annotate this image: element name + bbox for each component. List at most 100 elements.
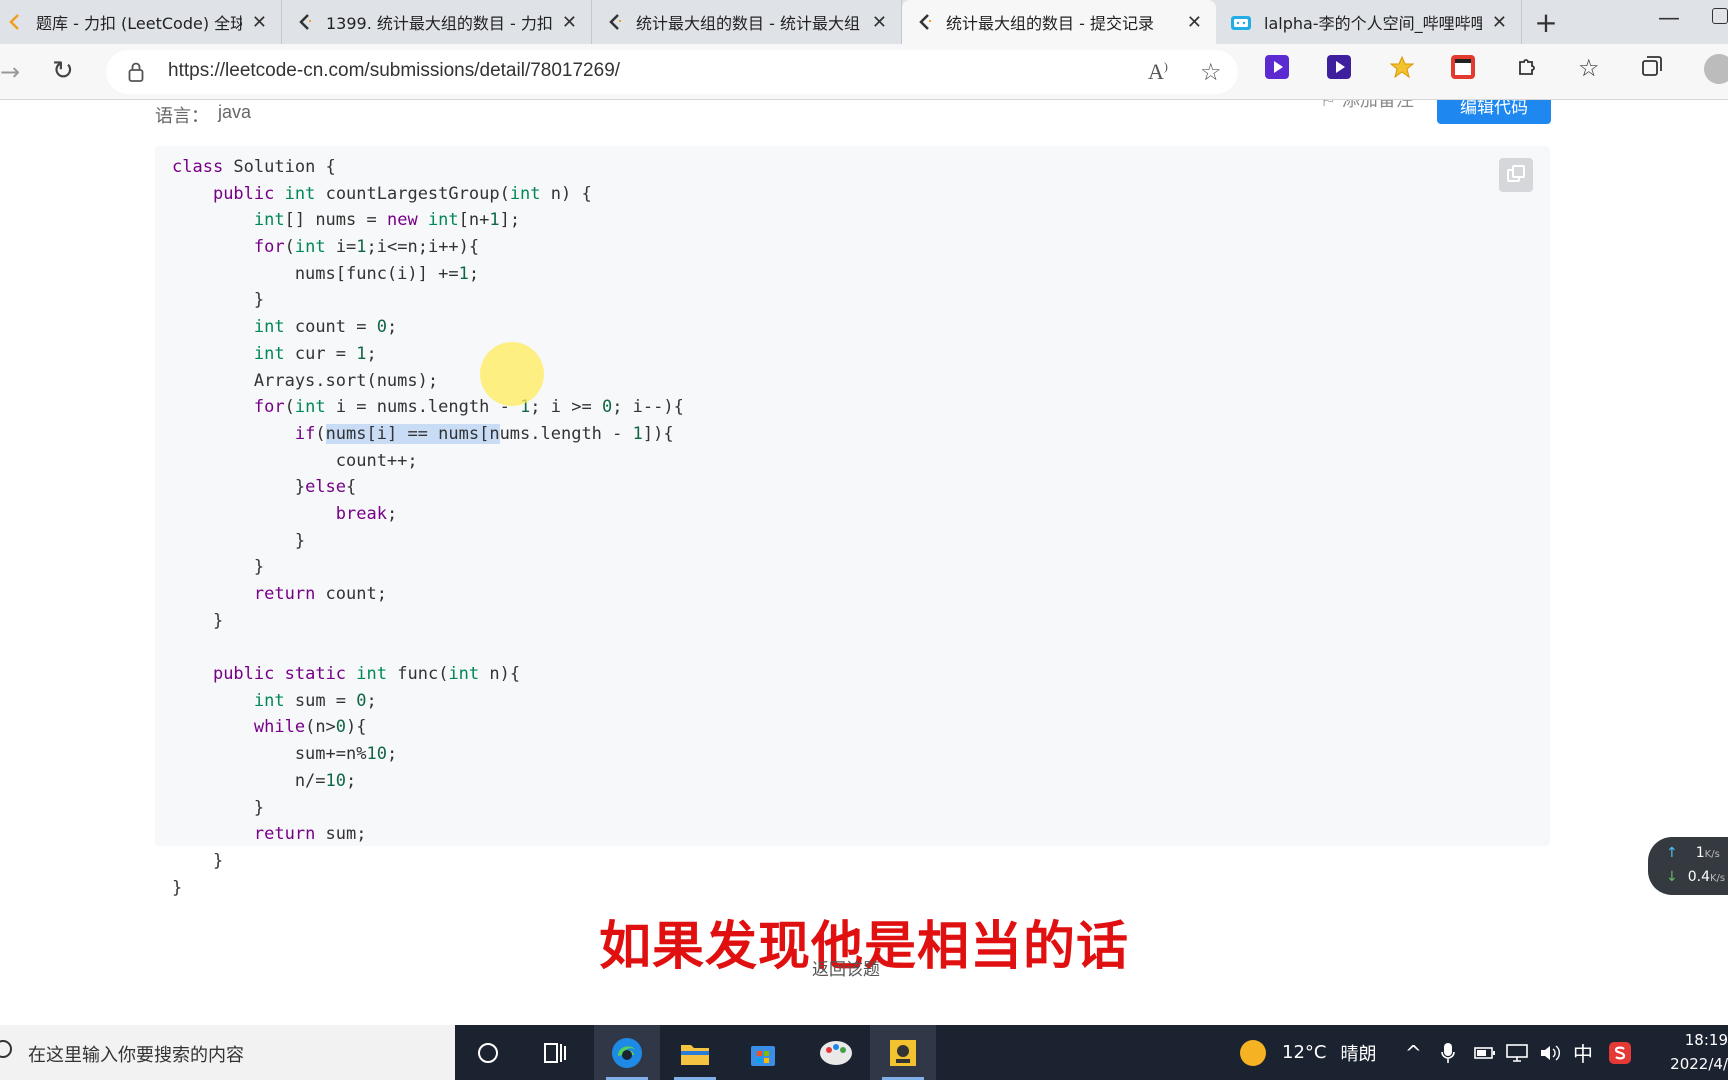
url-text[interactable]: https://leetcode-cn.com/submissions/deta…: [168, 60, 620, 82]
code-line[interactable]: }: [172, 795, 684, 822]
close-icon[interactable]: ✕: [1187, 12, 1202, 33]
clock-date: 2022/4/: [1670, 1055, 1728, 1073]
code-line[interactable]: class Solution {: [172, 154, 684, 181]
extensions-puzzle-icon[interactable]: [1514, 54, 1538, 84]
code-line[interactable]: if(nums[i] == nums[nums.length - 1]){: [172, 421, 684, 448]
system-clock[interactable]: 18:19 2022/4/: [1640, 1028, 1728, 1076]
tab-solution[interactable]: 统计最大组的数目 - 统计最大组 ✕: [592, 0, 902, 44]
taskbar-search[interactable]: 在这里输入你要搜索的内容: [0, 1025, 455, 1080]
code-line[interactable]: }: [172, 287, 684, 314]
reload-icon[interactable]: ↻: [52, 56, 74, 86]
battery-icon[interactable]: [1474, 1025, 1496, 1080]
extension-clapper-icon[interactable]: [1451, 55, 1475, 79]
read-aloud-sup: ): [1163, 59, 1168, 74]
code-line[interactable]: public int countLargestGroup(int n) {: [172, 181, 684, 208]
code-line[interactable]: }: [172, 875, 684, 902]
code-line[interactable]: while(n>0){: [172, 714, 684, 741]
back-arrow-icon[interactable]: →: [0, 58, 20, 86]
volume-icon[interactable]: [1538, 1025, 1562, 1080]
weather-text: 晴朗: [1340, 1043, 1377, 1065]
taskbar-paint-app[interactable]: [803, 1025, 869, 1080]
lock-icon[interactable]: [128, 62, 144, 82]
ime-indicator[interactable]: 中: [1573, 1025, 1593, 1080]
minimize-button[interactable]: —: [1658, 6, 1680, 31]
code-line[interactable]: }: [172, 554, 684, 581]
show-hidden-icons-button[interactable]: ^: [1405, 1025, 1422, 1080]
tab-problem-1399[interactable]: 1399. 统计最大组的数目 - 力扣 ✕: [282, 0, 592, 44]
code-line[interactable]: n/=10;: [172, 768, 684, 795]
tab-title: 1399. 统计最大组的数目 - 力扣: [326, 14, 552, 33]
weather-widget[interactable]: 12°C 晴朗: [1240, 1025, 1376, 1080]
code-line[interactable]: return sum;: [172, 821, 684, 848]
tab-title: 统计最大组的数目 - 统计最大组: [636, 14, 860, 33]
code-line[interactable]: }: [172, 528, 684, 555]
code-line[interactable]: nums[func(i)] +=1;: [172, 261, 684, 288]
code-line[interactable]: for(int i = nums.length - 1; i >= 0; i--…: [172, 394, 684, 421]
profile-avatar[interactable]: [1704, 54, 1728, 84]
taskbar-recorder-app[interactable]: [870, 1025, 936, 1080]
sun-icon: [1240, 1039, 1266, 1066]
code-block[interactable]: class Solution { public int countLargest…: [155, 146, 1550, 898]
extension-video2-icon[interactable]: [1327, 55, 1351, 79]
code-text[interactable]: class Solution { public int countLargest…: [172, 154, 684, 901]
tab-strip: 题库 - 力扣 (LeetCode) 全球极客 ✕ 1399. 统计最大组的数目…: [0, 0, 1728, 44]
network-icon[interactable]: [1505, 1025, 1529, 1080]
code-line[interactable]: public static int func(int n){: [172, 661, 684, 688]
copy-icon[interactable]: [1499, 158, 1533, 192]
read-aloud-icon[interactable]: A): [1148, 59, 1168, 85]
task-view-button[interactable]: [522, 1025, 588, 1080]
sogou-ime-icon[interactable]: [1608, 1025, 1632, 1080]
microphone-icon[interactable]: [1440, 1025, 1456, 1080]
restore-button[interactable]: [1712, 8, 1728, 24]
cortana-button[interactable]: [455, 1025, 521, 1080]
edit-code-button[interactable]: 编辑代码: [1437, 100, 1551, 124]
upload-value: 1: [1695, 845, 1705, 861]
code-line[interactable]: int cur = 1;: [172, 341, 684, 368]
windows-taskbar: 在这里输入你要搜索的内容 12°C 晴朗 ^ 中 18:19 2022/4/: [0, 1025, 1728, 1080]
address-bar[interactable]: https://leetcode-cn.com/submissions/deta…: [106, 50, 1238, 94]
tab-title: lalpha-李的个人空间_哔哩哔哩: [1264, 14, 1482, 33]
page-content: 语言： java ⚐ 添加备注 编辑代码 class Solution { pu…: [0, 100, 1728, 1025]
upload-speed: ↑ 1K/s: [1666, 845, 1720, 861]
collections-icon[interactable]: [1640, 54, 1664, 84]
recorder-icon: [890, 1039, 916, 1066]
close-icon[interactable]: ✕: [252, 12, 267, 33]
tab-submission-active[interactable]: 统计最大组的数目 - 提交记录 ✕: [902, 0, 1216, 44]
code-line[interactable]: Arrays.sort(nums);: [172, 368, 684, 395]
taskbar-file-explorer[interactable]: [662, 1025, 728, 1080]
add-note-link[interactable]: ⚐ 添加备注: [1320, 100, 1414, 112]
code-line[interactable]: [172, 634, 684, 661]
code-line[interactable]: break;: [172, 501, 684, 528]
code-line[interactable]: }: [172, 848, 684, 875]
code-line[interactable]: count++;: [172, 448, 684, 475]
taskbar-edge[interactable]: [594, 1025, 660, 1080]
download-speed: ↓ 0.4K/s: [1666, 869, 1725, 885]
code-line[interactable]: }: [172, 608, 684, 635]
code-line[interactable]: int sum = 0;: [172, 688, 684, 715]
tab-bilibili[interactable]: lalpha-李的个人空间_哔哩哔哩 ✕: [1216, 0, 1522, 44]
mouse-cursor-highlight: [480, 342, 544, 406]
close-icon[interactable]: ✕: [872, 12, 887, 33]
close-icon[interactable]: ✕: [562, 12, 577, 33]
code-line[interactable]: int[] nums = new int[n+1];: [172, 207, 684, 234]
new-tab-button[interactable]: +: [1522, 0, 1570, 44]
download-unit: K/s: [1710, 873, 1726, 884]
language-label: 语言：: [155, 106, 209, 127]
leetcode-icon: [6, 13, 24, 31]
taskbar-store[interactable]: [730, 1025, 796, 1080]
extension-star-icon[interactable]: [1389, 55, 1415, 79]
extension-video-icon[interactable]: [1265, 55, 1289, 79]
back-to-problem-link[interactable]: 返回该题: [812, 955, 880, 980]
code-line[interactable]: }else{: [172, 474, 684, 501]
code-line[interactable]: int count = 0;: [172, 314, 684, 341]
read-aloud-glyph: A: [1148, 59, 1164, 84]
add-note-label: 添加备注: [1341, 100, 1414, 111]
download-arrow-icon: ↓: [1666, 869, 1678, 885]
code-line[interactable]: return count;: [172, 581, 684, 608]
code-line[interactable]: sum+=n%10;: [172, 741, 684, 768]
close-icon[interactable]: ✕: [1492, 12, 1507, 33]
code-line[interactable]: for(int i=1;i<=n;i++){: [172, 234, 684, 261]
favorites-icon[interactable]: ☆: [1578, 54, 1600, 82]
tab-leetcode-problems[interactable]: 题库 - 力扣 (LeetCode) 全球极客 ✕: [0, 0, 282, 44]
add-favorite-icon[interactable]: ☆: [1200, 58, 1222, 86]
